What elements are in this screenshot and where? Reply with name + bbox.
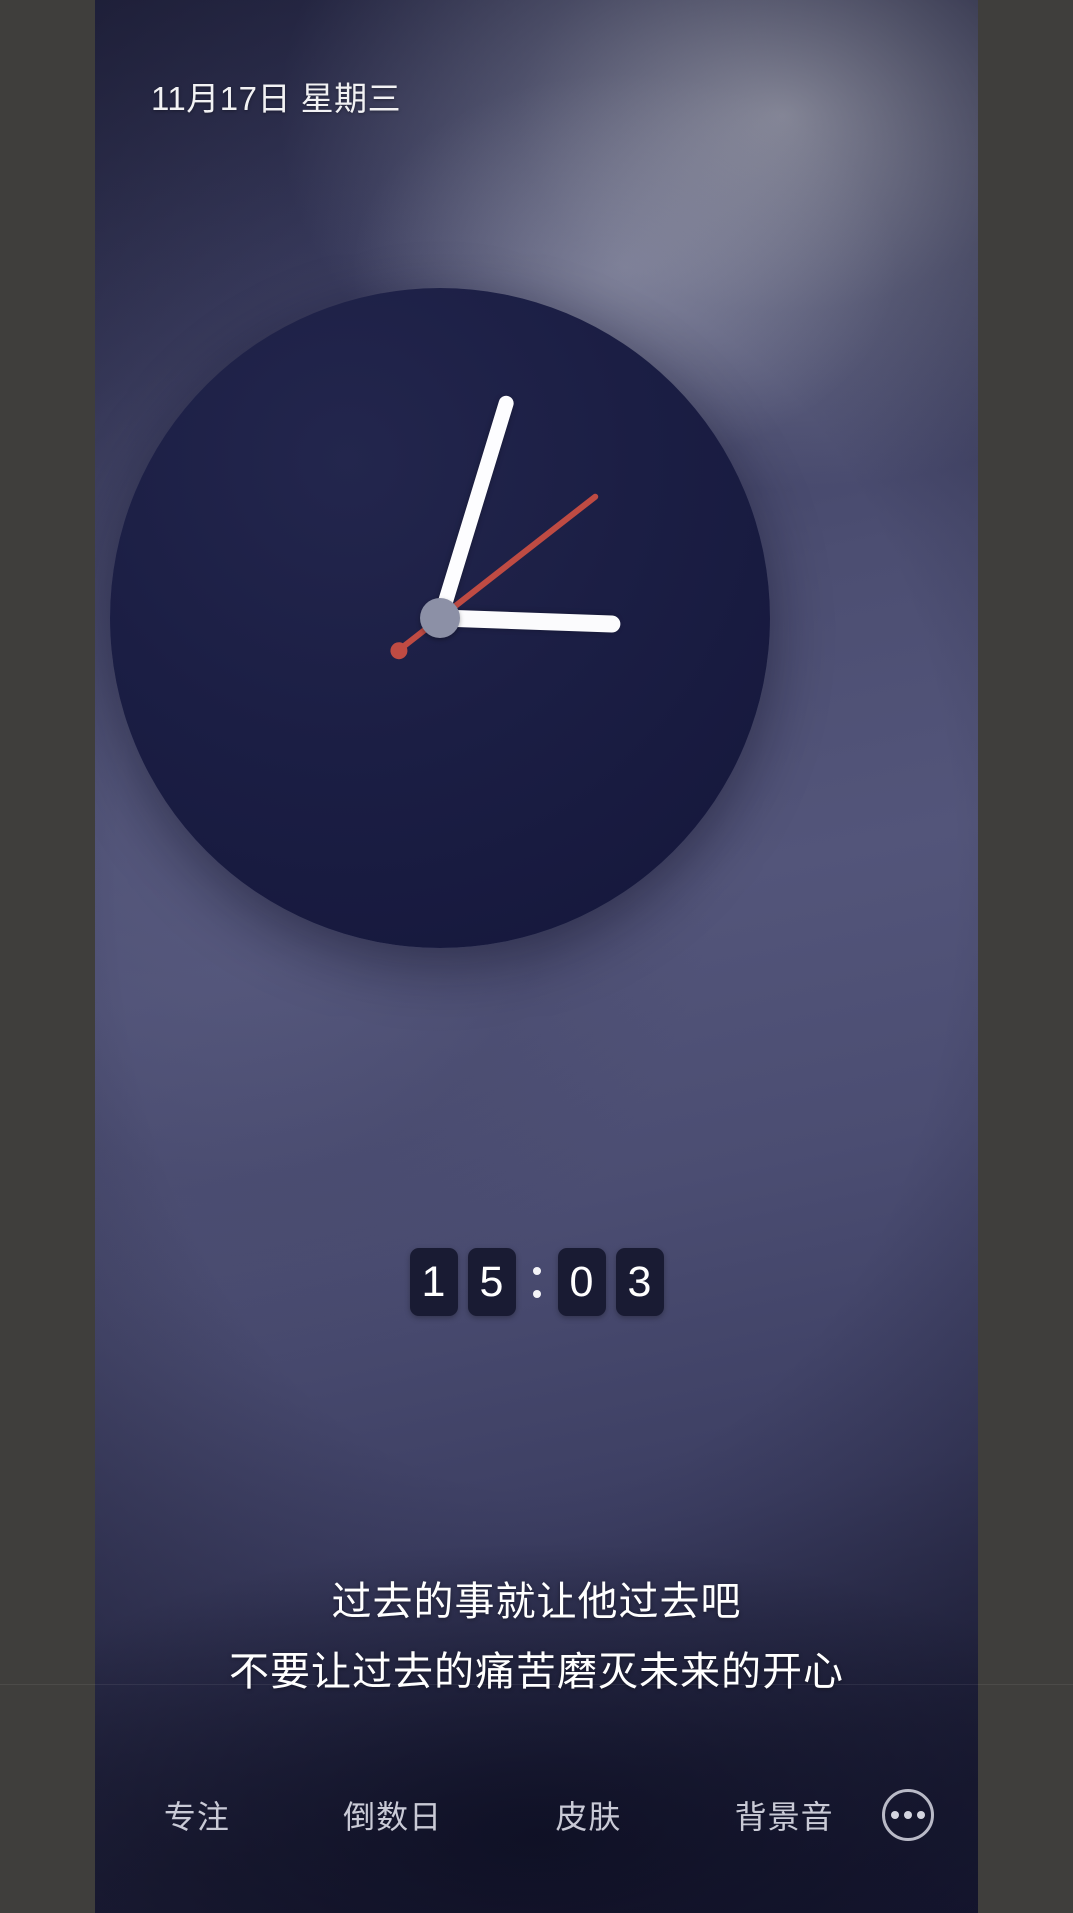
quote-block: 过去的事就让他过去吧 不要让过去的痛苦磨灭未来的开心 bbox=[95, 1567, 978, 1707]
nav-item-countdown[interactable]: 倒数日 bbox=[295, 1792, 491, 1880]
bottom-nav: 专注 倒数日 皮肤 背景音 bbox=[95, 1758, 978, 1913]
nav-item-skin[interactable]: 皮肤 bbox=[491, 1792, 687, 1880]
colon-dot-bottom bbox=[532, 1289, 541, 1298]
time-separator-colon bbox=[526, 1248, 548, 1316]
analog-clock[interactable] bbox=[110, 288, 770, 948]
date-label: 11月17日 星期三 bbox=[151, 80, 402, 117]
ellipsis-dot-2 bbox=[904, 1810, 912, 1819]
ellipsis-dot-3 bbox=[917, 1810, 925, 1819]
clock-center-hub bbox=[420, 598, 460, 638]
colon-dot-top bbox=[532, 1266, 541, 1275]
digit-minute-ones: 3 bbox=[615, 1248, 664, 1316]
digit-hour-ones: 5 bbox=[467, 1248, 516, 1316]
screen-frame: 11月17日 星期三 1 5 0 3 过去的事就让他过去吧 不要让过去的痛苦磨灭… bbox=[0, 0, 1073, 1913]
app-viewport: 11月17日 星期三 1 5 0 3 过去的事就让他过去吧 不要让过去的痛苦磨灭… bbox=[95, 0, 978, 1913]
ellipsis-icon[interactable] bbox=[882, 1788, 934, 1841]
ellipsis-dot-1 bbox=[891, 1810, 899, 1819]
quote-line-1: 过去的事就让他过去吧 bbox=[331, 1579, 742, 1624]
screen-divider-line bbox=[0, 1684, 1073, 1685]
quote-line-2: 不要让过去的痛苦磨灭未来的开心 bbox=[229, 1649, 844, 1694]
digit-minute-tens: 0 bbox=[557, 1248, 606, 1316]
digit-hour-tens: 1 bbox=[409, 1248, 458, 1316]
digital-clock[interactable]: 1 5 0 3 bbox=[95, 1248, 978, 1316]
nav-item-focus[interactable]: 专注 bbox=[99, 1792, 295, 1880]
nav-item-ambient-sound[interactable]: 背景音 bbox=[686, 1792, 882, 1880]
